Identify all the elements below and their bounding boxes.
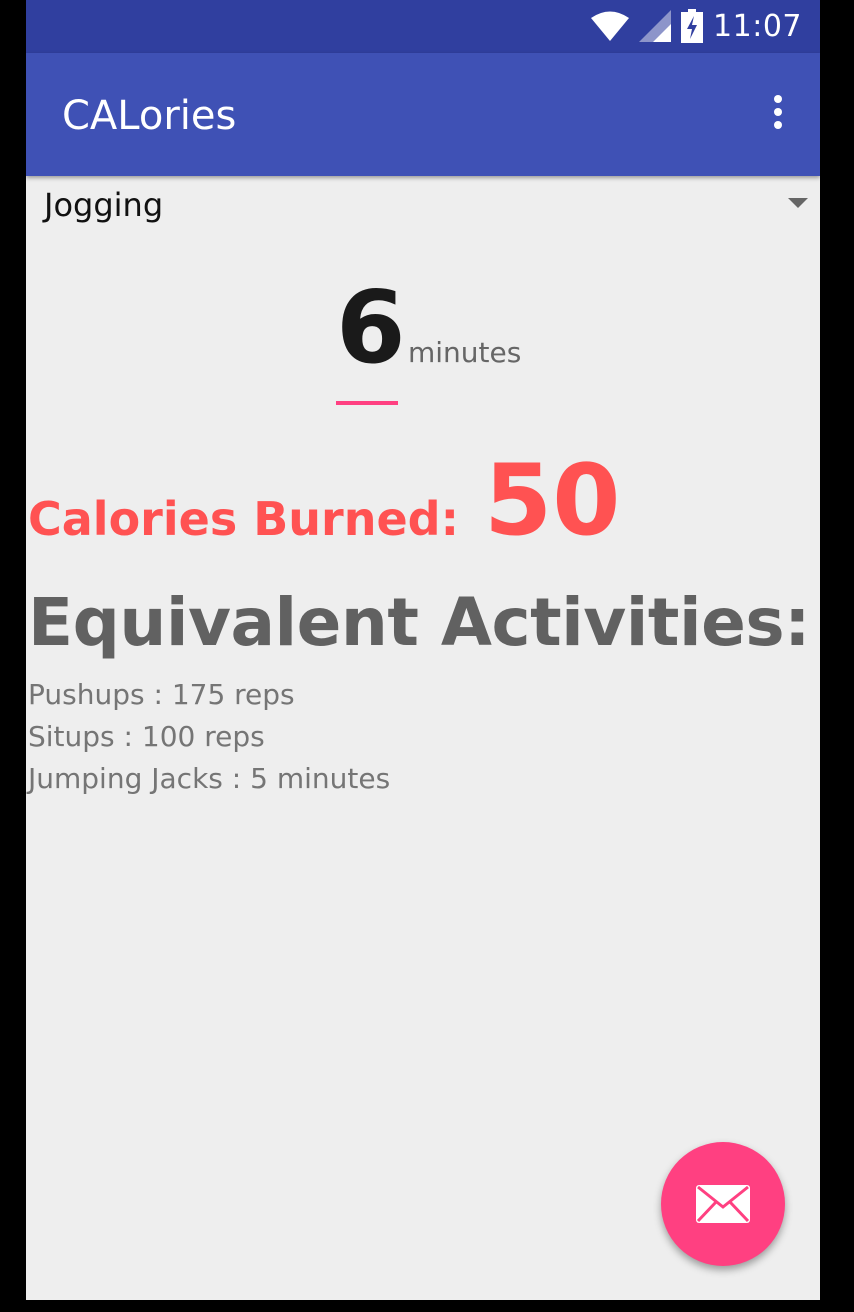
list-item: Situps : 100 reps [28, 720, 265, 753]
calories-value: 50 [484, 444, 621, 558]
app-title: CALories [62, 93, 237, 139]
battery-charging-icon [681, 9, 704, 43]
calories-label: Calories Burned: [28, 492, 459, 546]
activity-spinner[interactable]: Jogging [26, 180, 820, 230]
more-vert-icon[interactable] [766, 95, 790, 135]
activity-selected-value: Jogging [44, 186, 164, 224]
signal-icon [639, 10, 672, 42]
wifi-icon [591, 11, 630, 41]
status-icons: 11:07 [591, 8, 802, 44]
equivalent-activities-list: Pushups : 175 reps Situps : 100 reps Jum… [28, 674, 390, 800]
duration-unit: minutes [408, 336, 522, 369]
duration-underline [336, 401, 398, 405]
email-fab-button[interactable] [661, 1142, 785, 1266]
app-screen: 11:07 CALories Jogging 6 minutes Calorie… [26, 0, 820, 1300]
equivalent-activities-heading: Equivalent Activities: [28, 584, 811, 661]
duration-value[interactable]: 6 [336, 268, 406, 388]
dropdown-arrow-icon [788, 198, 808, 208]
status-time: 11:07 [713, 8, 802, 44]
status-bar: 11:07 [26, 0, 820, 53]
app-bar: CALories [26, 53, 820, 176]
list-item: Jumping Jacks : 5 minutes [28, 762, 391, 795]
list-item: Pushups : 175 reps [28, 678, 295, 711]
email-icon [696, 1185, 750, 1223]
